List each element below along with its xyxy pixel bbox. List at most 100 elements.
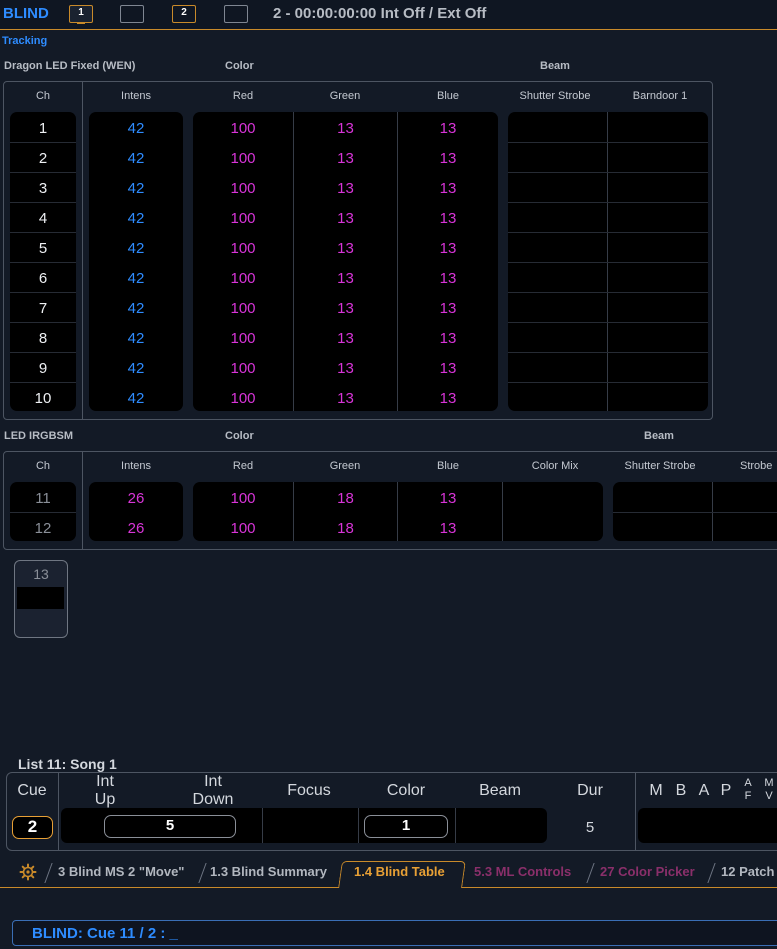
current-cue-number[interactable]: 2 — [12, 816, 53, 839]
column-header-intens[interactable]: Intens — [90, 90, 182, 102]
red-value[interactable]: 100 — [193, 240, 293, 257]
channel-number[interactable]: 4 — [10, 210, 76, 227]
beam-block[interactable] — [613, 482, 777, 541]
red-value[interactable]: 100 — [193, 120, 293, 137]
channel-number[interactable]: 6 — [10, 270, 76, 287]
tab-ml-controls[interactable]: 5.3 ML Controls — [474, 864, 571, 879]
int-up-header-line2[interactable]: Up — [85, 791, 125, 809]
column-header-red[interactable]: Red — [194, 90, 292, 102]
blue-value[interactable]: 13 — [398, 330, 498, 347]
channel-number[interactable]: 7 — [10, 300, 76, 317]
duration-value[interactable]: 5 — [570, 819, 610, 836]
mode-title[interactable]: BLIND — [3, 5, 49, 22]
intensity-value[interactable]: 42 — [89, 330, 183, 347]
green-value[interactable]: 13 — [294, 240, 397, 257]
green-value[interactable]: 13 — [294, 270, 397, 287]
int-up-header-line1[interactable]: Int — [85, 773, 125, 791]
green-value[interactable]: 13 — [294, 360, 397, 377]
green-value[interactable]: 18 — [294, 520, 397, 537]
green-value[interactable]: 13 — [294, 300, 397, 317]
column-header-blue[interactable]: Blue — [398, 460, 498, 472]
column-header-color-mix[interactable]: Color Mix — [503, 460, 607, 472]
intensity-value[interactable]: 42 — [89, 360, 183, 377]
red-value[interactable]: 100 — [193, 150, 293, 167]
duration-header[interactable]: Dur — [570, 782, 610, 800]
green-value[interactable]: 18 — [294, 490, 397, 507]
blue-value[interactable]: 13 — [398, 390, 498, 407]
intensity-value[interactable]: 42 — [89, 270, 183, 287]
cue-flags-block[interactable] — [638, 808, 777, 843]
block-flag-header[interactable]: B — [673, 782, 689, 800]
intensity-value[interactable]: 26 — [89, 520, 183, 537]
green-value[interactable]: 13 — [294, 150, 397, 167]
blue-value[interactable]: 13 — [398, 150, 498, 167]
column-header-shutter-strobe[interactable]: Shutter Strobe — [612, 460, 708, 472]
column-header-ch[interactable]: Ch — [12, 90, 74, 102]
beam-block[interactable] — [508, 112, 708, 411]
intensity-value[interactable]: 42 — [89, 390, 183, 407]
color-header[interactable]: Color — [376, 782, 436, 800]
blue-value[interactable]: 13 — [398, 120, 498, 137]
blue-value[interactable]: 13 — [398, 210, 498, 227]
monitor-1-icon[interactable]: 1 — [69, 5, 93, 24]
green-value[interactable]: 13 — [294, 120, 397, 137]
intensity-value[interactable]: 42 — [89, 300, 183, 317]
column-header-blue[interactable]: Blue — [398, 90, 498, 102]
column-header-ch[interactable]: Ch — [12, 460, 74, 472]
green-value[interactable]: 13 — [294, 180, 397, 197]
blue-value[interactable]: 13 — [398, 360, 498, 377]
channel-number[interactable]: 9 — [10, 360, 76, 377]
red-value[interactable]: 100 — [193, 520, 293, 537]
red-value[interactable]: 100 — [193, 180, 293, 197]
red-value[interactable]: 100 — [193, 210, 293, 227]
column-header-barndoor-1[interactable]: Barndoor 1 — [609, 90, 711, 102]
cue-header[interactable]: Cue — [12, 782, 52, 800]
beam-header[interactable]: Beam — [470, 782, 530, 800]
red-value[interactable]: 100 — [193, 300, 293, 317]
command-line-text[interactable]: BLIND: Cue 11 / 2 : _ — [32, 925, 178, 942]
blue-value[interactable]: 13 — [398, 180, 498, 197]
intensity-value[interactable]: 26 — [89, 490, 183, 507]
focus-header[interactable]: Focus — [276, 782, 342, 800]
blue-value[interactable]: 13 — [398, 270, 498, 287]
int-down-header-line1[interactable]: Int — [188, 773, 238, 791]
green-value[interactable]: 13 — [294, 330, 397, 347]
intensity-value[interactable]: 42 — [89, 120, 183, 137]
red-value[interactable]: 100 — [193, 330, 293, 347]
red-value[interactable]: 100 — [193, 360, 293, 377]
monitor-empty-icon[interactable] — [120, 5, 144, 23]
column-header-green[interactable]: Green — [294, 460, 396, 472]
blue-value[interactable]: 13 — [398, 490, 498, 507]
channel-number[interactable]: 2 — [10, 150, 76, 167]
channel-number[interactable]: 12 — [10, 520, 76, 537]
intensity-value[interactable]: 42 — [89, 150, 183, 167]
tab-blind-ms[interactable]: 3 Blind MS 2 "Move" — [58, 864, 184, 879]
preheat-flag-header[interactable]: P — [718, 782, 734, 800]
tab-color-picker[interactable]: 27 Color Picker — [600, 864, 695, 879]
column-header-intens[interactable]: Intens — [90, 460, 182, 472]
color-time-field[interactable]: 1 — [364, 815, 448, 838]
blue-value[interactable]: 13 — [398, 520, 498, 537]
blue-value[interactable]: 13 — [398, 300, 498, 317]
intensity-value[interactable]: 42 — [89, 240, 183, 257]
intensity-value[interactable]: 42 — [89, 180, 183, 197]
column-header-strobe[interactable]: Strobe — [740, 460, 777, 472]
int-down-header-line2[interactable]: Down — [188, 791, 238, 809]
green-value[interactable]: 13 — [294, 390, 397, 407]
green-value[interactable]: 13 — [294, 210, 397, 227]
channel-number[interactable]: 11 — [10, 490, 76, 507]
intensity-value[interactable]: 42 — [89, 210, 183, 227]
mv-flag-header[interactable]: MV — [763, 777, 775, 803]
tab-blind-table[interactable]: 1.4 Blind Table — [354, 864, 445, 879]
monitor-2-icon[interactable]: 2 — [172, 5, 196, 23]
assert-flag-header[interactable]: A — [696, 782, 712, 800]
intensity-time-field[interactable]: 5 — [104, 815, 236, 838]
monitor-empty-icon[interactable] — [224, 5, 248, 23]
tracking-label[interactable]: Tracking — [2, 35, 47, 47]
channel-number[interactable]: 5 — [10, 240, 76, 257]
channel-number[interactable]: 8 — [10, 330, 76, 347]
blue-value[interactable]: 13 — [398, 240, 498, 257]
column-header-shutter-strobe[interactable]: Shutter Strobe — [503, 90, 607, 102]
column-header-green[interactable]: Green — [294, 90, 396, 102]
channel-number[interactable]: 3 — [10, 180, 76, 197]
